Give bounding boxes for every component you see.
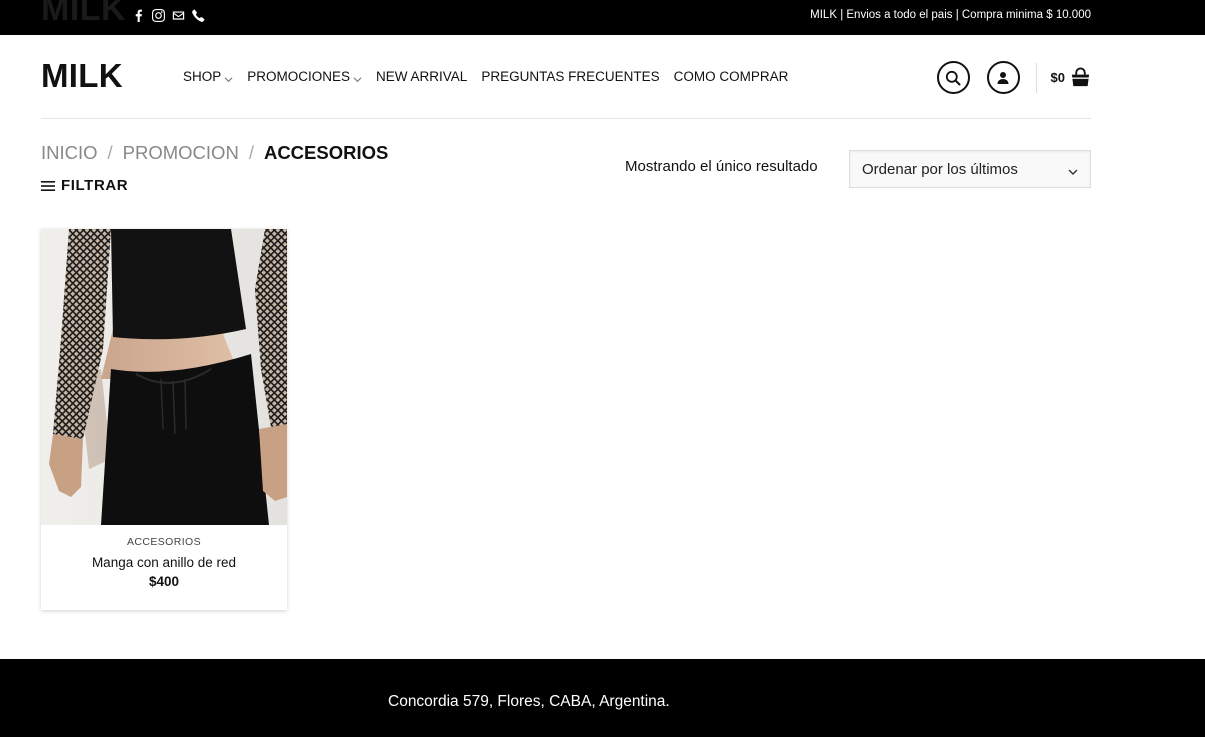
filter-button[interactable]: FILTRAR: [41, 177, 128, 194]
product-image[interactable]: [41, 229, 287, 525]
result-count: Mostrando el único resultado: [625, 158, 818, 175]
product-price: $400: [148, 574, 180, 589]
instagram-icon[interactable]: [151, 8, 165, 22]
facebook-icon[interactable]: [131, 8, 145, 22]
cart-icon: [1071, 67, 1090, 87]
account-icon: [997, 71, 1009, 84]
cart-button[interactable]: $0: [1051, 67, 1091, 88]
nav-item-como-comprar[interactable]: COMO COMPRAR: [674, 69, 789, 84]
top-bar: MILK MILK | Envios a todo el pais | Comp…: [0, 0, 1205, 35]
chevron-down-icon: [353, 72, 362, 83]
nav-item-label: COMO COMPRAR: [673, 69, 789, 84]
email-icon[interactable]: [171, 8, 185, 22]
chevron-down-icon: [224, 72, 233, 83]
sort-selected-value: Ordenar por los últimos: [862, 160, 1018, 178]
nav-item-shop[interactable]: SHOP: [183, 69, 233, 84]
header-divider: [1035, 62, 1037, 93]
phone-icon[interactable]: [191, 8, 205, 22]
breadcrumb-separator: /: [107, 142, 113, 163]
nav-item-new-arrival[interactable]: NEW ARRIVAL: [376, 69, 467, 84]
announcement-text: MILK | Envios a todo el pais | Compra mi…: [810, 9, 1091, 21]
breadcrumb-link-inicio[interactable]: INICIO: [41, 142, 98, 164]
product-title[interactable]: Manga con anillo de red: [41, 555, 287, 570]
main-nav: SHOP PROMOCIONES NEW ARRIVAL PREGUNTAS F…: [183, 69, 788, 84]
breadcrumb-separator: /: [248, 142, 254, 163]
account-button[interactable]: [986, 61, 1020, 94]
header-divider-line: [41, 118, 1091, 119]
sort-select[interactable]: Ordenar por los últimos: [849, 150, 1091, 188]
nav-item-label: NEW ARRIVAL: [376, 69, 468, 84]
nav-item-label: SHOP: [183, 69, 222, 84]
product-card[interactable]: ACCESORIOS Manga con anillo de red $400: [41, 229, 287, 610]
footer-address: Concordia 579, Flores, CABA, Argentina.: [388, 693, 670, 710]
site-logo[interactable]: MILK: [41, 57, 123, 95]
nav-item-promociones[interactable]: PROMOCIONES: [247, 69, 362, 84]
nav-item-preguntas-frecuentes[interactable]: PREGUNTAS FRECUENTES: [481, 69, 659, 84]
header-actions: $0: [936, 61, 1091, 94]
chevron-down-icon: [1068, 164, 1078, 175]
breadcrumb-link-promocion[interactable]: PROMOCION: [123, 142, 239, 164]
filter-label: FILTRAR: [61, 177, 129, 194]
cart-total: $0: [1050, 70, 1065, 85]
main-header: MILK SHOP PROMOCIONES NEW ARRIVAL PREGUN…: [0, 35, 1205, 119]
footer: Concordia 579, Flores, CABA, Argentina.: [0, 659, 1205, 737]
menu-icon: [41, 180, 55, 191]
social-links: [131, 8, 205, 22]
product-category[interactable]: ACCESORIOS: [41, 536, 287, 548]
search-icon: [945, 70, 961, 85]
search-button[interactable]: [936, 61, 970, 94]
breadcrumb: INICIO / PROMOCION / ACCESORIOS: [41, 142, 388, 164]
nav-item-label: PREGUNTAS FRECUENTES: [481, 69, 660, 84]
nav-item-label: PROMOCIONES: [247, 69, 351, 84]
breadcrumb-current: ACCESORIOS: [263, 142, 389, 163]
top-bar-logo: MILK: [41, 0, 127, 28]
